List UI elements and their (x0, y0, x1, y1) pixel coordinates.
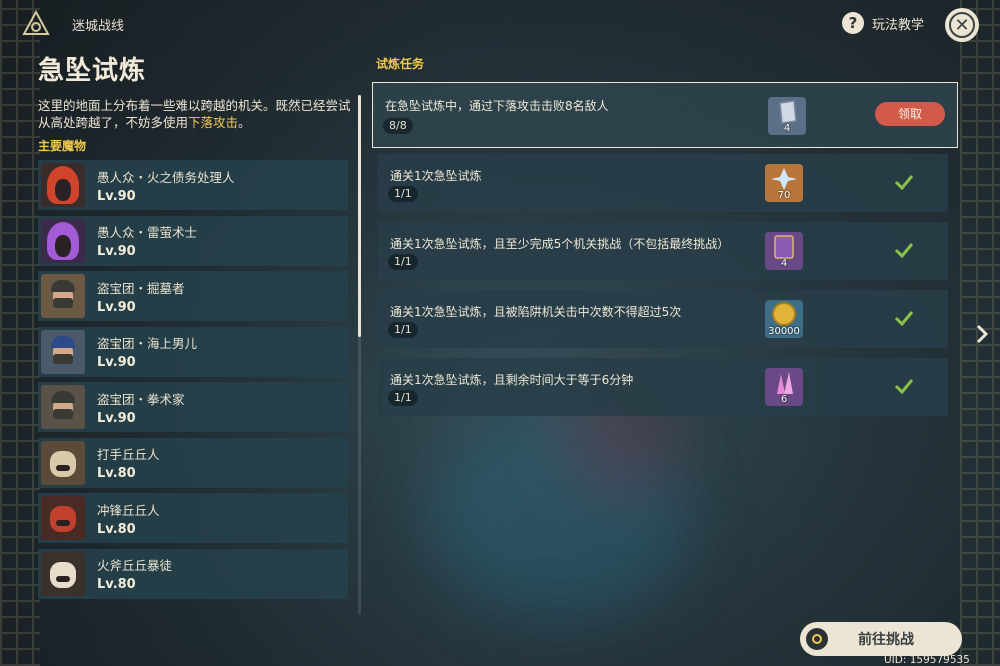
monster-name: 冲锋丘丘人 (97, 502, 160, 518)
primogem-icon[interactable]: 70 (765, 164, 803, 202)
reward-count: 6 (780, 394, 788, 405)
check-icon (894, 311, 914, 327)
page-title: 急坠试炼 (38, 56, 147, 86)
task-title: 在急坠试炼中，通过下落攻击击败8名敌人 (385, 99, 609, 113)
scrollbar-thumb[interactable] (358, 95, 361, 337)
monster-portrait (41, 440, 85, 485)
monster-name: 盗宝团・掘墓者 (97, 280, 185, 296)
monster-portrait (41, 163, 85, 207)
exp-book-icon[interactable]: 4 (765, 232, 803, 270)
monster-level: Lv.90 (97, 355, 136, 370)
reward-count: 4 (780, 258, 788, 269)
next-page-arrow-icon[interactable] (972, 322, 992, 346)
monster-level: Lv.90 (97, 299, 136, 315)
user-id: UID: 159579535 (884, 654, 970, 666)
monster-level: Lv.90 (97, 244, 136, 259)
check-icon (894, 243, 914, 259)
description-highlight: 下落攻击 (188, 115, 239, 130)
monster-level: Lv.80 (97, 577, 136, 592)
task-progress: 1/1 (388, 390, 418, 406)
help-button[interactable]: ? 玩法教学 (842, 12, 924, 34)
monster-level: Lv.90 (97, 188, 136, 204)
close-icon: ✕ (949, 12, 975, 38)
go-challenge-label: 前往挑战 (858, 632, 914, 648)
task-progress: 1/1 (388, 186, 418, 202)
artifact-fragment-icon[interactable]: 4 (768, 97, 806, 135)
claim-button[interactable]: 领取 (875, 102, 945, 126)
background-pattern (0, 0, 40, 666)
monster-portrait (41, 496, 85, 540)
monsters-section-label: 主要魔物 (38, 139, 87, 153)
monster-name: 愚人众・雷萤术士 (97, 225, 198, 240)
task-title: 通关1次急坠试炼 (390, 169, 482, 183)
task-title: 通关1次急坠试炼，且剩余时间大于等于6分钟 (390, 373, 634, 387)
monster-portrait (41, 551, 85, 596)
crystal-ore-icon[interactable]: 6 (765, 368, 803, 406)
tasks-header: 试炼任务 (376, 57, 425, 71)
monster-item[interactable]: 盗宝团・掘墓者 Lv.90 (38, 271, 348, 321)
event-logo-icon (22, 10, 50, 35)
monster-item[interactable]: 冲锋丘丘人 Lv.80 (38, 493, 348, 543)
monster-item[interactable]: 愚人众・雷萤术士 Lv.90 (38, 215, 348, 266)
monster-name: 打手丘丘人 (97, 447, 160, 462)
task-title: 通关1次急坠试炼，且被陷阱机关击中次数不得超过5次 (390, 305, 682, 319)
go-challenge-button[interactable]: 前往挑战 (800, 622, 962, 656)
reward-count: 4 (783, 123, 791, 134)
monster-portrait (41, 218, 85, 263)
monster-level: Lv.80 (97, 521, 136, 537)
close-button[interactable]: ✕ (945, 8, 979, 42)
task-progress: 8/8 (383, 118, 413, 134)
monster-item[interactable]: 盗宝团・海上男儿 Lv.90 (38, 326, 348, 377)
check-icon (894, 175, 914, 191)
monster-name: 盗宝团・海上男儿 (97, 336, 198, 351)
description-end: 。 (238, 115, 251, 130)
monster-portrait (41, 385, 85, 429)
challenge-icon (806, 628, 828, 650)
monster-portrait (41, 274, 85, 318)
monster-item[interactable]: 愚人众・火之债务处理人 Lv.90 (38, 160, 348, 210)
task-title: 通关1次急坠试炼，且至少完成5个机关挑战（不包括最终挑战） (390, 237, 730, 251)
task-row: 通关1次急坠试炼 1/1 70 (378, 154, 948, 212)
task-progress: 1/1 (388, 254, 418, 270)
task-row: 通关1次急坠试炼，且被陷阱机关击中次数不得超过5次 1/1 30000 (378, 290, 948, 348)
monster-portrait (41, 329, 85, 374)
monster-level: Lv.90 (97, 410, 136, 426)
event-title: 迷城战线 (72, 19, 125, 34)
monster-level: Lv.80 (97, 466, 136, 481)
mora-icon[interactable]: 30000 (765, 300, 803, 338)
monster-item[interactable]: 火斧丘丘暴徒 Lv.80 (38, 548, 348, 599)
task-row: 在急坠试炼中，通过下落攻击击败8名敌人 8/8 4 领取 (372, 82, 958, 148)
monster-item[interactable]: 盗宝团・拳术家 Lv.90 (38, 382, 348, 432)
reward-count: 70 (777, 190, 791, 201)
monster-name: 盗宝团・拳术家 (97, 391, 185, 407)
monster-list: 愚人众・火之债务处理人 Lv.90 愚人众・雷萤术士 Lv.90 盗宝团・掘墓者 Lv.9… (38, 160, 348, 604)
task-progress: 1/1 (388, 322, 418, 338)
monster-item[interactable]: 打手丘丘人 Lv.80 (38, 437, 348, 488)
task-row: 通关1次急坠试炼，且至少完成5个机关挑战（不包括最终挑战） 1/1 4 (378, 222, 948, 280)
description: 这里的地面上分布着一些难以跨越的机关。既然已经尝试从高处跨越了，不妨多使用下落攻… (38, 97, 356, 131)
monster-name: 愚人众・火之债务处理人 (97, 169, 235, 185)
question-icon: ? (842, 12, 864, 34)
monster-name: 火斧丘丘暴徒 (97, 558, 173, 573)
help-label: 玩法教学 (872, 17, 925, 33)
reward-count: 30000 (768, 326, 800, 337)
check-icon (894, 379, 914, 395)
task-row: 通关1次急坠试炼，且剩余时间大于等于6分钟 1/1 6 (378, 358, 948, 416)
